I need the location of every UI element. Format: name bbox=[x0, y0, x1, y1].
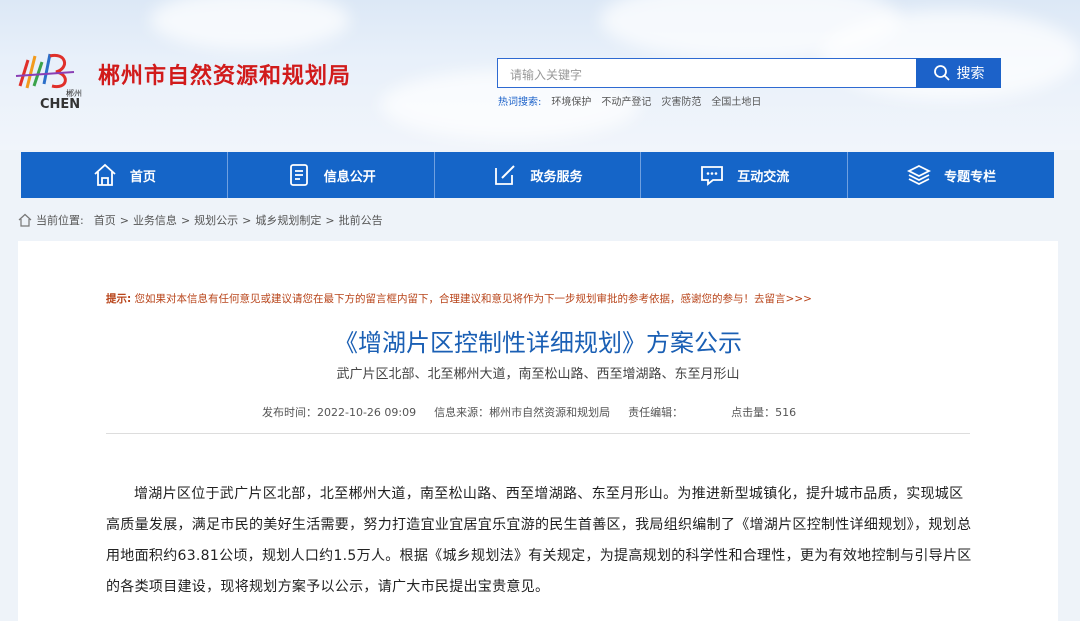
hot-word-link[interactable]: 环境保护 bbox=[551, 93, 591, 108]
publish-time: 发布时间：2022-10-26 09:09 bbox=[262, 406, 417, 419]
hot-word-link[interactable]: 不动产登记 bbox=[601, 93, 651, 108]
document-icon bbox=[289, 164, 308, 186]
article-subtitle: 武广片区北部、北至郴州大道，南至松山路、西至增湖路、东至月形山 bbox=[336, 367, 740, 382]
site-logo[interactable]: 郴州 CHEN bbox=[14, 46, 88, 112]
site-title[interactable]: 郴州市自然资源和规划局 bbox=[98, 58, 351, 90]
chat-icon bbox=[701, 166, 724, 186]
nav-label: 互动交流 bbox=[737, 169, 790, 185]
nav-label: 首页 bbox=[129, 169, 156, 185]
info-source: 信息来源：郴州市自然资源和规划局 bbox=[434, 406, 611, 419]
hot-word-link[interactable]: 全国土地日 bbox=[711, 93, 761, 108]
hot-words-label: 热词搜索: bbox=[498, 97, 542, 108]
tip-label: 提示: bbox=[106, 293, 132, 305]
layers-icon bbox=[907, 164, 932, 186]
click-count: 点击量：516 bbox=[731, 406, 797, 419]
article-container: 提示: 您如果对本信息有任何意见或建议请您在最下方的留言框内留下，合理建议和意见… bbox=[18, 241, 1058, 621]
breadcrumb-separator: > bbox=[242, 213, 252, 227]
nav-item-home[interactable]: 首页 bbox=[21, 152, 228, 198]
article-title: 《增湖片区控制性详细规划》方案公示 bbox=[334, 329, 742, 357]
divider bbox=[106, 433, 970, 434]
search-input[interactable]: 请输入关键字 bbox=[497, 58, 917, 88]
breadcrumb-separator: > bbox=[325, 213, 335, 227]
nav-item-gov-service[interactable]: 政务服务 bbox=[435, 152, 642, 198]
breadcrumb: 当前位置: 首页 > 业务信息 > 规划公示 > 城乡规划制定 > 批前公告 bbox=[18, 212, 383, 228]
search-button[interactable]: 搜索 bbox=[916, 58, 1001, 88]
search-button-label: 搜索 bbox=[956, 66, 985, 82]
breadcrumb-separator: > bbox=[119, 213, 129, 227]
logo-text-bottom: CHEN bbox=[40, 97, 80, 110]
home-icon bbox=[18, 213, 32, 227]
tip-text: 您如果对本信息有任何意见或建议请您在最下方的留言框内留下，合理建议和意见将作为下… bbox=[134, 293, 812, 305]
breadcrumb-item[interactable]: 业务信息 bbox=[133, 212, 177, 228]
breadcrumb-separator: > bbox=[180, 213, 191, 227]
article-body: 增湖片区位于武广片区北部，北至郴州大道，南至松山路、西至增湖路、东至月形山。为推… bbox=[106, 486, 972, 595]
edit-icon bbox=[495, 165, 516, 185]
breadcrumb-item[interactable]: 首页 bbox=[94, 212, 116, 228]
tip-banner[interactable]: 提示: 您如果对本信息有任何意见或建议请您在最下方的留言框内留下，合理建议和意见… bbox=[106, 291, 812, 306]
responsible-editor: 责任编辑： bbox=[628, 406, 684, 419]
article-meta: 发布时间：2022-10-26 09:09 信息来源：郴州市自然资源和规划局 责… bbox=[262, 404, 796, 420]
breadcrumb-item[interactable]: 城乡规划制定 bbox=[255, 212, 321, 228]
nav-label: 政务服务 bbox=[530, 169, 583, 185]
search-icon bbox=[933, 65, 950, 81]
nav-item-interaction[interactable]: 互动交流 bbox=[641, 152, 849, 198]
nav-label: 专题专栏 bbox=[944, 169, 997, 185]
hot-words: 热词搜索: 环境保护 不动产登记 灾害防范 全国土地日 bbox=[498, 93, 761, 108]
breadcrumb-item[interactable]: 规划公示 bbox=[194, 212, 238, 228]
home-icon bbox=[94, 163, 116, 186]
nav-label: 信息公开 bbox=[323, 169, 376, 185]
main-nav: 首页 信息公开 政务服务 互动交流 专题专栏 bbox=[21, 152, 1054, 198]
nav-item-info-public[interactable]: 信息公开 bbox=[228, 152, 435, 198]
breadcrumb-label: 当前位置: bbox=[36, 214, 84, 227]
nav-item-special-topics[interactable]: 专题专栏 bbox=[848, 152, 1054, 198]
hot-word-link[interactable]: 灾害防范 bbox=[661, 93, 701, 108]
breadcrumb-item[interactable]: 批前公告 bbox=[339, 212, 383, 228]
